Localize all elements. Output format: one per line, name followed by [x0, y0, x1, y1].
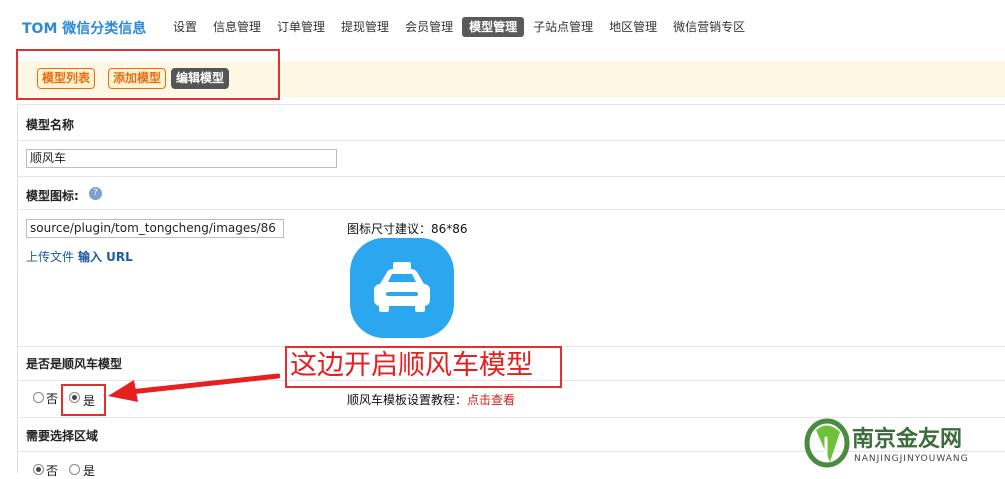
model-icon-input[interactable]: source/plugin/tom_tongcheng/images/86 [26, 219, 284, 238]
app-brand: TOM 微信分类信息 [22, 21, 147, 37]
divider [18, 104, 1005, 105]
top-nav: TOM 微信分类信息 设置 信息管理 订单管理 提现管理 会员管理 模型管理 子… [0, 0, 1005, 52]
input-url-link[interactable]: 输入 URL [78, 248, 133, 265]
nav-item-settings[interactable]: 设置 [166, 17, 204, 37]
is-carpool-label: 是否是顺风车模型 [26, 357, 123, 371]
model-name-label: 模型名称 [26, 118, 75, 132]
need-region-yes-radio[interactable] [69, 464, 80, 475]
divider [18, 209, 1005, 210]
need-region-yes-label: 是 [83, 464, 96, 478]
nav-item-member-management[interactable]: 会员管理 [398, 17, 460, 37]
help-icon[interactable]: ? [89, 187, 102, 200]
nav-item-model-management[interactable]: 模型管理 [462, 17, 525, 37]
nav-item-substation-management[interactable]: 子站点管理 [526, 17, 600, 37]
watermark-subtext: NANJINGJINYOUWANG [854, 454, 969, 464]
annotation-highlight-tabs [16, 49, 280, 100]
car-taxi-icon [350, 238, 454, 338]
nav-item-info-management[interactable]: 信息管理 [206, 17, 268, 37]
carpool-template-hint: 顺风车模板设置教程： [347, 393, 468, 407]
upload-file-link[interactable]: 上传文件 [26, 248, 74, 265]
watermark-text: 南京金友网 [852, 426, 963, 452]
is-carpool-no-label: 否 [46, 392, 59, 406]
need-region-no-label: 否 [46, 464, 59, 478]
annotation-arrow [108, 373, 280, 402]
need-region-no-radio[interactable] [33, 464, 44, 475]
divider [18, 176, 1005, 177]
model-name-input[interactable]: 顺风车 [26, 149, 337, 168]
model-icon-label: 模型图标: [26, 189, 79, 203]
nav-item-order-management[interactable]: 订单管理 [270, 17, 332, 37]
nav-item-wechat-marketing[interactable]: 微信营销专区 [666, 17, 752, 37]
divider [18, 140, 1005, 141]
icon-size-hint: 图标尺寸建议：86*86 [347, 222, 468, 236]
nav-menu: 设置 信息管理 订单管理 提现管理 会员管理 模型管理 子站点管理 地区管理 微… [166, 17, 752, 37]
nav-item-region-management[interactable]: 地区管理 [602, 17, 664, 37]
carpool-template-link[interactable]: 点击查看 [467, 391, 515, 408]
annotation-text: 这边开启顺风车模型 [290, 350, 533, 381]
nav-item-withdraw-management[interactable]: 提现管理 [334, 17, 396, 37]
is-carpool-no-radio[interactable] [33, 392, 44, 403]
need-region-label: 需要选择区域 [26, 429, 99, 443]
